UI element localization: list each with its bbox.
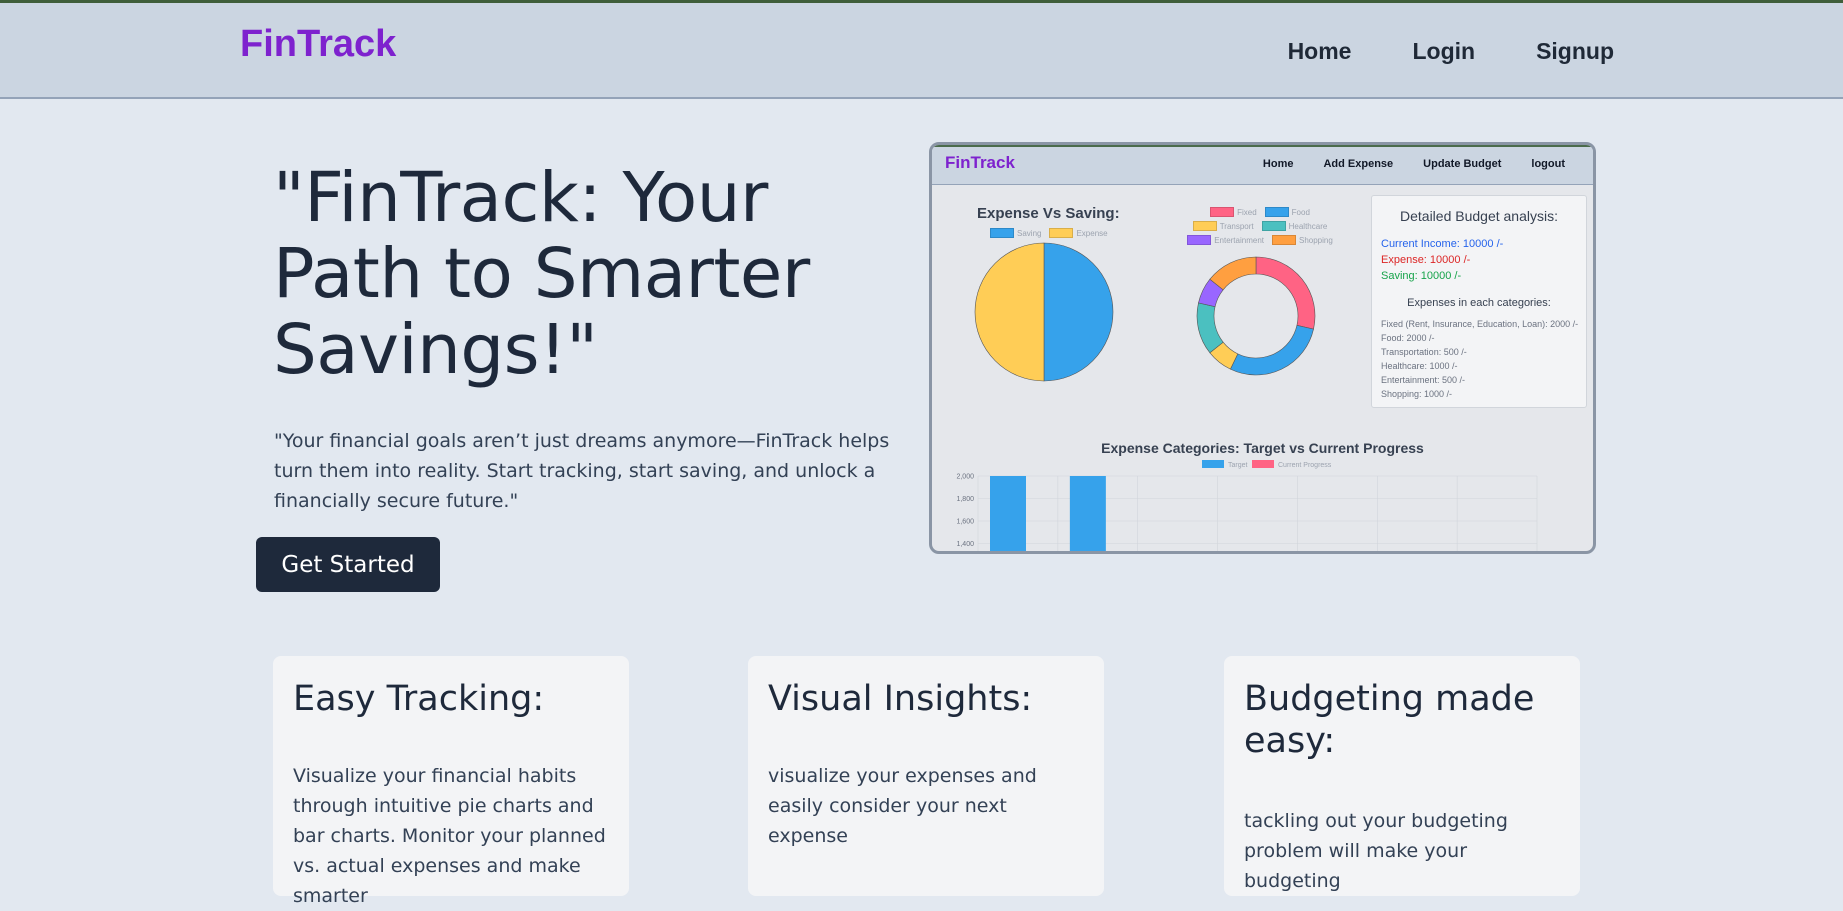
bar-legend-label: Current Progress <box>1278 462 1332 469</box>
analysis-category-item: Shopping: 1000 /- <box>1381 389 1453 399</box>
preview-nav-links: Home Add Expense Update Budget logout <box>1263 158 1565 170</box>
doughnut-legend-label: Entertainment <box>1214 235 1264 245</box>
doughnut-legend-item: Shopping <box>1272 235 1333 245</box>
brand-logo[interactable]: FinTrack <box>240 23 396 66</box>
feature-title: Budgeting made easy: <box>1244 679 1535 761</box>
doughnut-slice <box>1255 256 1316 330</box>
analysis-category-item: Healthcare: 1000 /- <box>1381 361 1458 371</box>
bar-legend: Target Current Progress <box>1202 460 1332 469</box>
preview-nav-logout: logout <box>1531 158 1565 170</box>
pie-legend-swatch <box>1049 228 1074 238</box>
doughnut-legend-swatch <box>1261 221 1286 231</box>
preview-nav-add-expense: Add Expense <box>1323 158 1394 170</box>
feature-text: Visualize your financial habits through … <box>293 765 606 907</box>
dashboard-preview-image: FinTrack Home Add Expense Update Budget … <box>929 142 1596 554</box>
bar-y-tick-label: 1,600 <box>956 519 974 526</box>
doughnut-legend-label: Food <box>1291 207 1310 217</box>
bar-chart: Target Current Progress 2,000 1,800 1,600 1,4… <box>956 460 1538 551</box>
doughnut-legend-item: Fixed <box>1210 207 1257 217</box>
bar-target-bar <box>990 476 1026 551</box>
doughnut-slice <box>1230 324 1314 376</box>
nav-login-link[interactable]: Login <box>1412 38 1475 65</box>
analysis-category-item: Entertainment: 500 /- <box>1381 375 1466 385</box>
get-started-button[interactable]: Get Started <box>256 537 440 592</box>
bar-legend-swatch <box>1202 460 1224 468</box>
feature-title: Visual Insights: <box>768 679 1033 719</box>
pie-chart <box>974 242 1114 382</box>
pie-legend-label: Saving <box>1017 228 1042 238</box>
doughnut-legend-swatch <box>1187 235 1212 245</box>
analysis-categories-list: Fixed (Rent, Insurance, Education, Loan)… <box>1381 317 1578 401</box>
feature-card-visual-insights: Visual Insights: visualize your expenses… <box>748 656 1104 896</box>
doughnut-legend: Fixed Food Transport Healthcare Entertainmen… <box>1180 207 1340 245</box>
bar-y-tick-label: 1,400 <box>956 541 974 548</box>
pie-slice <box>974 242 1045 382</box>
doughnut-slice <box>1209 256 1257 291</box>
pie-chart-title: Expense Vs Saving: <box>977 205 1120 222</box>
bar-legend-label: Target <box>1228 462 1248 469</box>
nav-links: Home Login Signup <box>1288 38 1614 65</box>
doughnut-slice <box>1196 302 1224 354</box>
doughnut-legend-swatch <box>1210 207 1235 217</box>
pie-legend-swatch <box>990 228 1014 238</box>
doughnut-legend-label: Shopping <box>1299 235 1333 245</box>
preview-brand: FinTrack <box>945 153 1015 172</box>
feature-card-easy-tracking: Easy Tracking: Visualize your financial … <box>273 656 629 907</box>
pie-legend: Saving Expense <box>990 228 1108 238</box>
preview-nav-home: Home <box>1262 158 1294 170</box>
doughnut-legend-item: Food <box>1264 207 1310 217</box>
doughnut-legend-item: Entertainment <box>1187 235 1264 245</box>
analysis-income: Current Income: 10000 /- <box>1381 238 1504 250</box>
nav-signup-link[interactable]: Signup <box>1536 38 1614 65</box>
analysis-title: Detailed Budget analysis: <box>1400 208 1558 224</box>
bar-legend-swatch <box>1252 460 1274 468</box>
pie-legend-label: Expense <box>1076 228 1108 238</box>
navbar: FinTrack Home Login Signup <box>0 3 1843 99</box>
hero-title: "FinTrack: Your Path to Smarter Savings!… <box>273 158 810 390</box>
bar-y-tick-label: 1,800 <box>956 496 974 503</box>
nav-home-link[interactable]: Home <box>1288 38 1352 65</box>
bar-chart-title: Expense Categories: Target vs Current Pr… <box>1101 440 1424 456</box>
preview-navbar: FinTrack Home Add Expense Update Budget … <box>932 145 1593 185</box>
budget-analysis-panel: Detailed Budget analysis: Current Income… <box>1371 195 1587 408</box>
doughnut-legend-swatch <box>1192 221 1217 231</box>
doughnut-legend-label: Transport <box>1219 221 1254 231</box>
pie-legend-item: Saving <box>990 228 1041 238</box>
doughnut-legend-label: Healthcare <box>1288 221 1328 231</box>
doughnut-chart <box>1196 256 1316 376</box>
feature-card-budgeting: Budgeting made easy: tackling out your b… <box>1224 656 1580 896</box>
doughnut-legend-swatch <box>1264 207 1289 217</box>
preview-nav-update-budget: Update Budget <box>1423 158 1502 170</box>
analysis-saving: Saving: 10000 /- <box>1381 270 1462 282</box>
pie-slice <box>1043 242 1114 382</box>
analysis-category-item: Transportation: 500 /- <box>1381 347 1467 357</box>
doughnut-legend-label: Fixed <box>1237 207 1257 217</box>
bar-y-tick-label: 2,000 <box>956 474 974 481</box>
analysis-category-item: Fixed (Rent, Insurance, Education, Loan)… <box>1381 319 1579 329</box>
feature-text: visualize your expenses and easily consi… <box>768 765 1037 847</box>
pie-legend-item: Expense <box>1049 228 1108 238</box>
doughnut-legend-item: Healthcare <box>1261 221 1328 231</box>
hero-subtitle: "Your financial goals aren’t just dreams… <box>274 430 890 512</box>
doughnut-legend-item: Transport <box>1192 221 1254 231</box>
analysis-categories-title: Expenses in each categories: <box>1407 297 1551 309</box>
feature-text: tackling out your budgeting problem will… <box>1244 810 1508 892</box>
bar-target-bar <box>1069 476 1106 551</box>
feature-title: Easy Tracking: <box>293 679 545 719</box>
analysis-expense: Expense: 10000 /- <box>1381 254 1471 266</box>
analysis-category-item: Food: 2000 /- <box>1381 333 1435 343</box>
doughnut-legend-swatch <box>1272 235 1296 245</box>
